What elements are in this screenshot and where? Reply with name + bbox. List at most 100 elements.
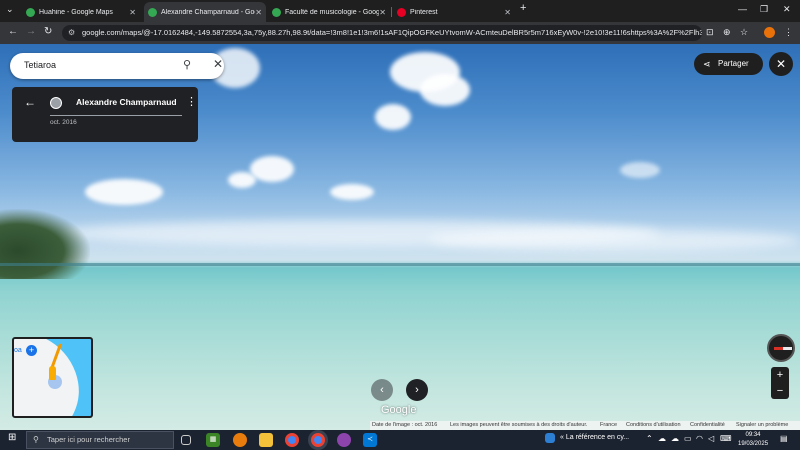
zoom-icon[interactable]: ⊕ [723, 27, 731, 38]
news-icon [545, 433, 555, 443]
close-street-view-button[interactable]: ✕ [769, 52, 793, 76]
previous-image-button[interactable]: ‹ [371, 379, 393, 401]
notifications-icon[interactable]: ▤ [780, 434, 788, 443]
privacy-link[interactable]: Confidentialité [690, 422, 725, 428]
onedrive-icon[interactable]: ☁ [671, 434, 679, 443]
blender-icon[interactable] [233, 433, 247, 447]
minimize-button[interactable]: — [738, 4, 747, 14]
app-icon[interactable] [337, 433, 351, 447]
cloud [330, 184, 374, 200]
keyboard-icon[interactable]: ⌨ [720, 434, 732, 443]
site-info-icon[interactable]: ⚙ [68, 25, 75, 41]
minimap-label: oa [14, 347, 22, 354]
contributor-name[interactable]: Alexandre Champarnaud [76, 97, 177, 107]
zoom-out-button[interactable]: − [771, 383, 789, 399]
country-link[interactable]: France [600, 422, 617, 428]
tab-label: Huahine - Google Maps [39, 8, 113, 16]
install-app-icon[interactable]: ⊡ [706, 27, 714, 38]
taskbar-search-box[interactable]: ⚲ Taper ici pour rechercher [26, 431, 174, 449]
pegman-icon[interactable] [49, 366, 56, 380]
divider [50, 115, 182, 116]
copyright-notice: Les images peuvent être soumises à des d… [450, 422, 588, 428]
close-tab-icon[interactable]: ✕ [379, 8, 386, 17]
share-label: Partager [718, 59, 749, 68]
close-tab-icon[interactable]: ✕ [129, 8, 136, 17]
contributor-avatar[interactable] [50, 97, 62, 109]
tab-label: Alexandre Champarnaud - Goo [161, 8, 255, 16]
window-close-button[interactable]: ✕ [783, 4, 791, 15]
restore-button[interactable]: ❐ [760, 4, 768, 15]
cloud [420, 74, 470, 106]
tab-search-icon[interactable]: ⌄ [6, 4, 14, 15]
tab-pinterest[interactable]: Pinterest ✕ [393, 2, 515, 22]
share-button[interactable]: ⋖ Partager [694, 53, 763, 75]
file-explorer-icon[interactable] [259, 433, 273, 447]
back-arrow-icon[interactable]: ← [8, 26, 18, 37]
windows-taskbar: ⊞ ⚲ Taper ici pour rechercher ▦ ≺ « La r… [0, 430, 800, 450]
close-tab-icon[interactable]: ✕ [255, 8, 262, 17]
address-bar[interactable]: ⚙ google.com/maps/@-17.0162484,-149.5872… [62, 25, 702, 41]
compass-needle [774, 347, 792, 350]
minecraft-icon[interactable]: ▦ [206, 433, 220, 447]
minimap-marker-icon[interactable]: + [26, 345, 37, 356]
maps-search-box[interactable]: Tetiaroa ⚲ ✕ [10, 53, 224, 79]
chrome-active-icon[interactable] [311, 433, 325, 447]
bookmark-star-icon[interactable]: ☆ [740, 27, 748, 38]
terms-link[interactable]: Conditions d'utilisation [626, 422, 681, 428]
tab-faculte-musicologie[interactable]: Faculté de musicologie - Goog ✕ [268, 2, 390, 22]
cloud [375, 104, 411, 130]
system-clock[interactable]: 09:34 19/03/2025 [738, 431, 768, 449]
news-widget[interactable]: « La référence en cy... [560, 434, 629, 441]
tab-separator [391, 7, 392, 17]
taskbar-search-placeholder: Taper ici pour rechercher [47, 435, 130, 444]
tab-huahine[interactable]: Huahine - Google Maps ✕ [22, 2, 140, 22]
back-arrow-icon[interactable]: ← [24, 95, 36, 109]
search-input[interactable]: Tetiaroa [24, 60, 56, 70]
reload-icon[interactable]: ↻ [44, 26, 52, 37]
tab-label: Faculté de musicologie - Goog [285, 8, 379, 16]
search-icon[interactable]: ⚲ [183, 58, 191, 71]
wifi-icon[interactable]: ◠ [696, 434, 703, 443]
battery-icon[interactable]: ▭ [684, 434, 692, 443]
volume-icon[interactable]: ◁ [708, 434, 714, 443]
compass-icon[interactable] [767, 334, 795, 362]
url-text: google.com/maps/@-17.0162484,-149.587255… [82, 28, 702, 37]
attribution-bar: Date de l'image : oct. 2016 Les images p… [370, 421, 800, 430]
browser-tab-strip: ⌄ Huahine - Google Maps ✕ Alexandre Cham… [0, 0, 800, 22]
cloud [228, 172, 256, 188]
search-icon: ⚲ [33, 435, 39, 444]
tab-label: Pinterest [410, 8, 438, 16]
next-image-button[interactable]: › [406, 379, 428, 401]
share-icon: ⋖ [703, 59, 711, 69]
maps-pin-icon [272, 7, 281, 17]
menu-dots-icon[interactable]: ⋮ [784, 27, 793, 38]
network-icon[interactable]: ☁ [658, 434, 666, 443]
clear-search-icon[interactable]: ✕ [213, 57, 223, 71]
tab-alexandre-champarnaud[interactable]: Alexandre Champarnaud - Goo ✕ [144, 2, 266, 22]
task-view-icon[interactable] [181, 435, 191, 445]
vscode-icon[interactable]: ≺ [363, 433, 377, 447]
google-logo: Google [381, 404, 417, 416]
chevron-up-icon[interactable]: ⌃ [646, 434, 653, 443]
more-options-icon[interactable]: ⋮ [186, 95, 197, 108]
contributor-card: ← Alexandre Champarnaud ⋮ oct. 2016 [12, 87, 198, 142]
zoom-in-button[interactable]: + [771, 367, 789, 383]
windows-start-icon[interactable]: ⊞ [8, 432, 16, 443]
report-problem-link[interactable]: Signaler un problème [736, 422, 788, 428]
island-vegetation [0, 209, 90, 279]
cloud [85, 179, 163, 205]
close-tab-icon[interactable]: ✕ [504, 8, 511, 17]
forward-arrow-icon[interactable]: → [26, 26, 36, 37]
chrome-icon[interactable] [285, 433, 299, 447]
horizon-line [0, 263, 800, 266]
zoom-control: + − [771, 367, 789, 399]
profile-avatar-icon[interactable] [764, 27, 775, 38]
maps-pin-icon [148, 7, 157, 17]
browser-toolbar: ← → ↻ ⚙ google.com/maps/@-17.0162484,-14… [0, 22, 800, 44]
maps-pin-icon [26, 7, 35, 17]
clock-date: 19/03/2025 [738, 441, 769, 447]
minimap[interactable]: oa + [12, 337, 93, 418]
clock-time: 09:34 [745, 432, 761, 438]
new-tab-button[interactable]: + [520, 2, 526, 14]
cloud [250, 156, 294, 182]
